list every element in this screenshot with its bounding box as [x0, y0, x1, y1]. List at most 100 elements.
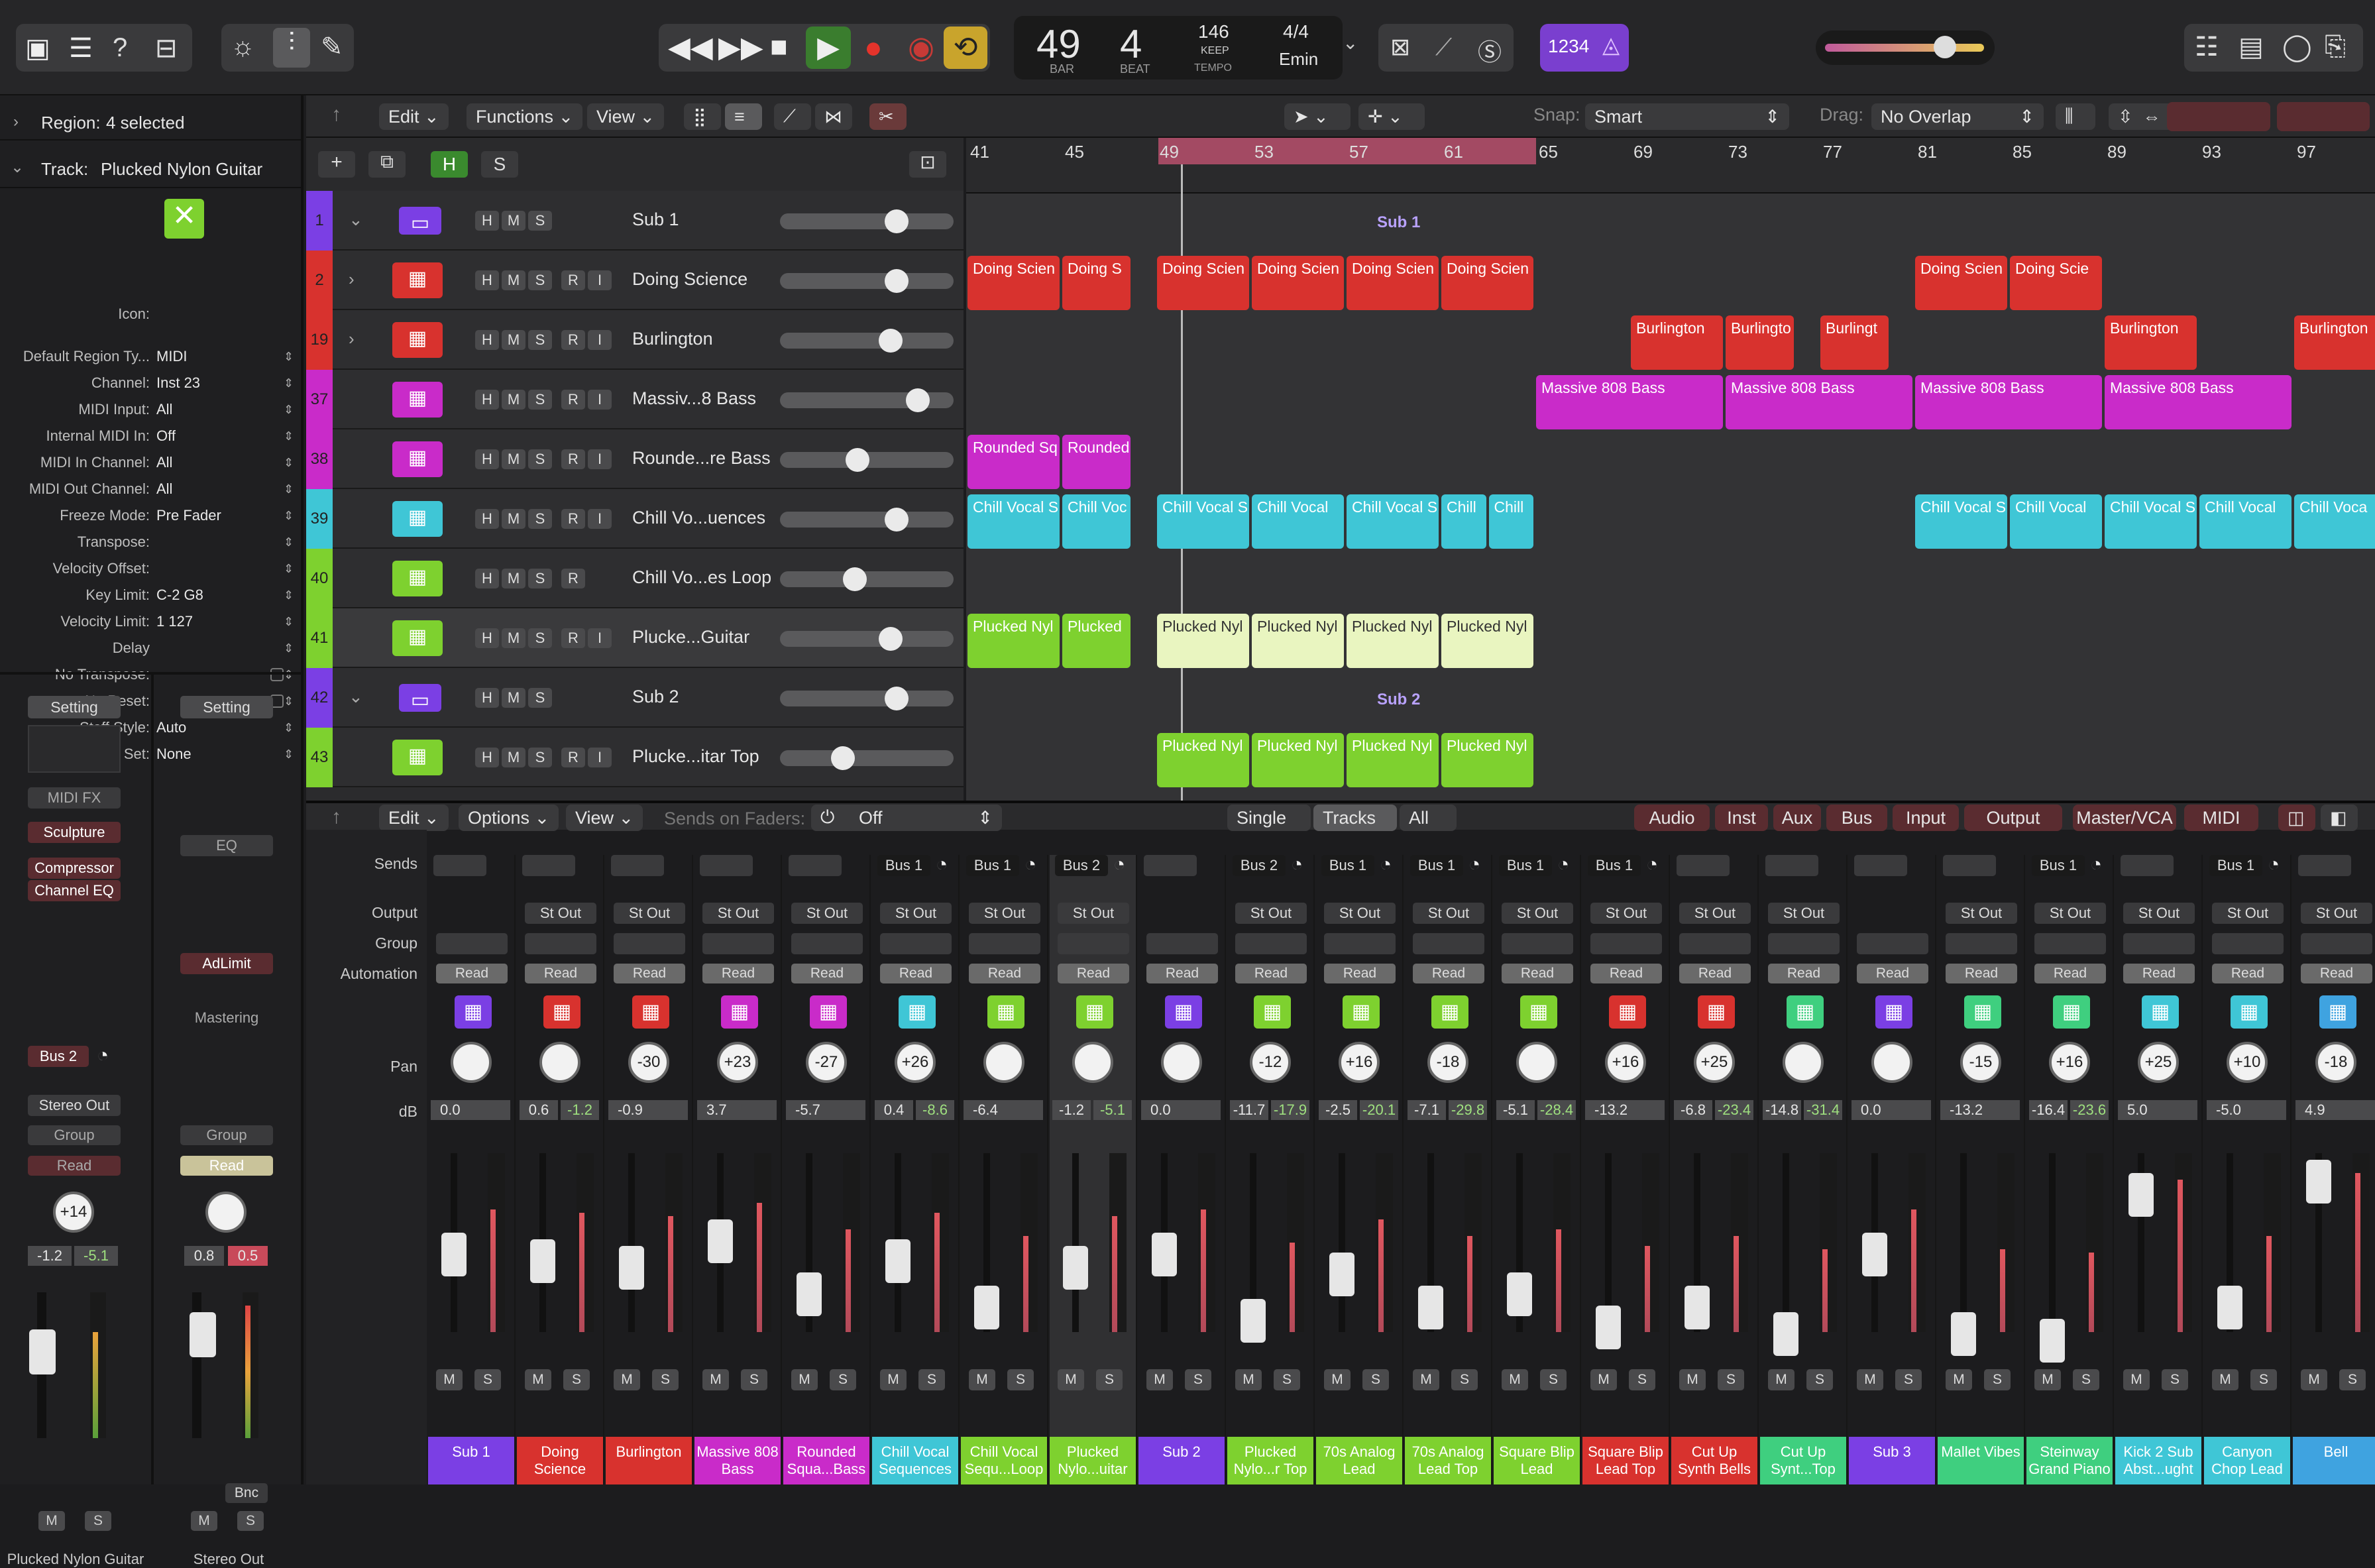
mixer-icon[interactable]: ⫶ — [273, 28, 310, 68]
track-s-button[interactable]: S — [528, 330, 552, 350]
automation-mode[interactable]: Read — [791, 964, 863, 983]
mute-button[interactable]: M — [1146, 1369, 1173, 1390]
mixer-filter-bus[interactable]: Bus — [1826, 805, 1887, 831]
region-inspector-header[interactable]: › Region: 4 selected — [0, 102, 304, 140]
arrange-area[interactable]: 41 45 49 53 57 61 65 69 73 77 81 85 89 93 97 Sub 1 Sub … — [966, 138, 2375, 801]
stepper-icon[interactable]: ⇕ — [284, 429, 304, 443]
edit-menu[interactable]: Edit ⌄ — [379, 103, 449, 130]
volume-fader[interactable] — [885, 1239, 911, 1283]
library-icon[interactable]: ▣ — [25, 33, 50, 64]
audio-fx-slot-2[interactable]: Channel EQ — [28, 880, 121, 901]
output-slot[interactable]: St Out — [1058, 903, 1129, 924]
track-i-button[interactable]: I — [588, 330, 612, 350]
volume-fader[interactable] — [1152, 1233, 1177, 1276]
param-value[interactable]: 1 127 — [156, 613, 284, 630]
send-slot[interactable] — [1854, 855, 1907, 876]
stepper-icon[interactable]: ⇕ — [284, 668, 304, 682]
inspector-row[interactable]: Channel: Inst 23 ⇕ — [0, 370, 304, 396]
stepper-icon[interactable]: ⇕ — [284, 615, 304, 629]
mixer-filter-output[interactable]: Output — [1964, 805, 2062, 831]
quick-help-icon[interactable]: ? — [113, 33, 127, 63]
region[interactable]: Rounded — [1062, 435, 1131, 489]
group-slot[interactable] — [1946, 933, 2017, 954]
track-name[interactable]: Massiv...8 Bass — [632, 388, 756, 409]
solo-button[interactable]: S — [1451, 1369, 1478, 1390]
right-mastering-label[interactable]: Mastering — [180, 1007, 273, 1029]
automation-mode[interactable]: Read — [2301, 964, 2372, 983]
stepper-icon[interactable]: ⇕ — [284, 642, 304, 655]
group-slot[interactable] — [1235, 933, 1307, 954]
tracks-view-tab[interactable]: Tracks — [1313, 805, 1397, 831]
track-volume-slider[interactable] — [780, 388, 954, 412]
solo-button[interactable]: S — [1185, 1369, 1211, 1390]
automation-mode[interactable]: Read — [969, 964, 1040, 983]
mixer-edit-menu[interactable]: Edit ⌄ — [379, 805, 449, 831]
volume-fader[interactable] — [1951, 1312, 1976, 1356]
right-solo-button[interactable]: S — [237, 1511, 264, 1531]
channel-name[interactable]: Mallet Vibes — [1938, 1437, 2024, 1484]
left-automation-mode[interactable]: Read — [28, 1156, 121, 1176]
region[interactable]: Doing Scien — [967, 256, 1060, 310]
send-slot[interactable] — [522, 855, 575, 876]
region[interactable]: Plucked — [1062, 614, 1131, 668]
output-slot[interactable]: St Out — [1413, 903, 1484, 924]
region[interactable]: Burlington — [2294, 315, 2375, 370]
pan-knob[interactable]: +10 — [2227, 1042, 2268, 1083]
param-value[interactable]: All — [156, 401, 284, 418]
mute-button[interactable]: M — [2301, 1369, 2327, 1390]
send-slot[interactable] — [789, 855, 842, 876]
mute-button[interactable]: M — [969, 1369, 995, 1390]
track-h-button[interactable]: H — [475, 509, 499, 529]
narrow-strips-icon[interactable]: ◫ — [2278, 805, 2315, 831]
track-name[interactable]: Sub 1 — [632, 209, 679, 230]
track-inspector-header[interactable]: ⌄ Track: Plucked Nylon Guitar — [0, 148, 304, 188]
grid-view-icon[interactable]: ⣿ — [684, 103, 721, 130]
mixer-options-menu[interactable]: Options ⌄ — [459, 805, 559, 831]
region[interactable]: Chill Voc — [1062, 494, 1131, 549]
channel-name[interactable]: 70s Analog Lead Top — [1405, 1437, 1491, 1484]
region[interactable]: Chill Vocal S — [2105, 494, 2197, 549]
mute-button[interactable]: M — [1590, 1369, 1617, 1390]
group-slot[interactable] — [1413, 933, 1484, 954]
inspector-row[interactable]: MIDI In Channel: All ⇕ — [0, 449, 304, 476]
snap-select[interactable]: Smart ⇕ — [1585, 103, 1789, 130]
mute-button[interactable]: M — [1058, 1369, 1084, 1390]
send-knob-icon[interactable]: ◔ — [1024, 854, 1036, 876]
inspector-row[interactable]: MIDI Out Channel: All ⇕ — [0, 476, 304, 502]
param-value[interactable]: All — [156, 454, 284, 471]
group-slot[interactable] — [1058, 933, 1129, 954]
inspector-row[interactable]: Transpose: ⇕ — [0, 529, 304, 555]
folder-icon[interactable]: ▭ — [399, 207, 441, 235]
volume-fader[interactable] — [1596, 1306, 1621, 1349]
region[interactable]: Chill — [1488, 494, 1533, 549]
track-header[interactable]: 43 ▦ H M S R I Plucke...itar Top — [306, 728, 964, 787]
stepper-icon[interactable]: ⇕ — [284, 721, 304, 735]
group-slot[interactable] — [525, 933, 596, 954]
guitar-icon[interactable]: ✕ — [164, 199, 204, 239]
mixer-catch-icon[interactable]: ↑ — [331, 806, 341, 828]
left-setting-button[interactable]: Setting — [28, 696, 121, 718]
inspector-row[interactable]: Delay ⇕ — [0, 635, 304, 661]
pan-knob[interactable]: +16 — [1339, 1042, 1380, 1083]
single-view-tab[interactable]: Single — [1227, 805, 1311, 831]
track-volume-slider[interactable] — [780, 448, 954, 472]
param-value[interactable]: Pre Fader — [156, 507, 284, 524]
mute-button[interactable]: M — [702, 1369, 729, 1390]
track-i-button[interactable]: I — [588, 628, 612, 648]
mute-button[interactable]: M — [2212, 1369, 2238, 1390]
cycle-icon[interactable]: ⟲ — [944, 27, 987, 69]
mute-button[interactable]: M — [1235, 1369, 1262, 1390]
track-h-button[interactable]: H — [475, 270, 499, 290]
solo-button[interactable]: S — [2073, 1369, 2099, 1390]
automation-mode[interactable]: Read — [1235, 964, 1307, 983]
mixer-filter-input[interactable]: Input — [1893, 805, 1959, 831]
pan-knob[interactable] — [451, 1042, 492, 1083]
track-r-button[interactable]: R — [561, 270, 585, 290]
mute-button[interactable]: M — [1768, 1369, 1795, 1390]
automation-mode[interactable]: Read — [2212, 964, 2284, 983]
region[interactable]: Chill Vocal — [2010, 494, 2102, 549]
folder-disclosure-icon[interactable]: ⌄ — [349, 687, 363, 707]
pan-knob[interactable]: +25 — [2138, 1042, 2179, 1083]
instrument-icon[interactable]: ▦ — [392, 262, 443, 298]
param-value[interactable]: None — [156, 746, 284, 763]
